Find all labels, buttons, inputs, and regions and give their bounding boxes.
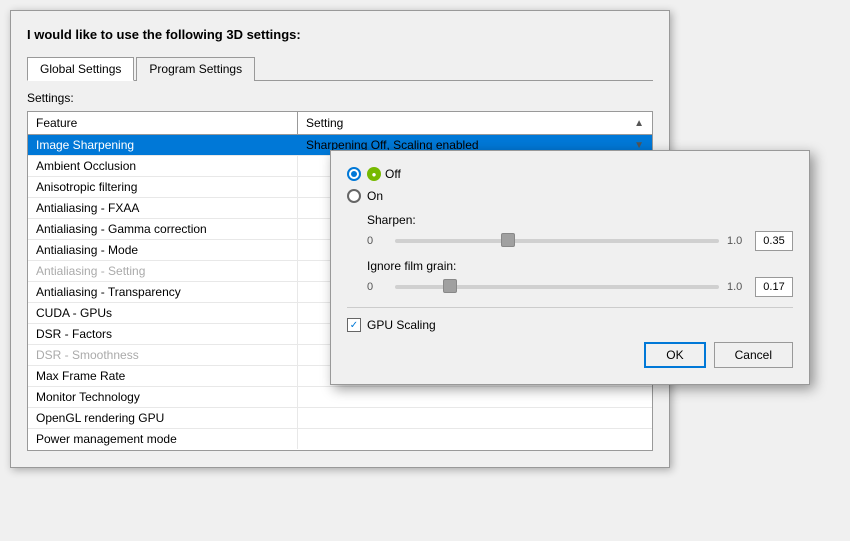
sort-arrow-icon: ▲ <box>634 118 644 129</box>
dropdown-arrow-icon: ▼ <box>634 140 644 151</box>
row-feature: DSR - Smoothness <box>28 345 298 365</box>
ignore-grain-min: 0 <box>367 281 387 293</box>
row-setting <box>298 408 652 428</box>
row-feature: OpenGL rendering GPU <box>28 408 298 428</box>
sharpen-slider-row: 0 1.0 0.35 <box>367 231 793 251</box>
radio-on-item[interactable]: On <box>347 189 793 203</box>
tab-global-settings[interactable]: Global Settings <box>27 57 134 81</box>
gpu-scaling-row[interactable]: ✓ GPU Scaling <box>347 318 793 332</box>
row-feature: Image Sharpening <box>28 135 298 155</box>
table-row[interactable]: Monitor Technology <box>28 387 652 408</box>
row-feature: Ambient Occlusion <box>28 156 298 176</box>
row-setting <box>298 387 652 407</box>
settings-label: Settings: <box>27 91 653 105</box>
sharpen-min: 0 <box>367 235 387 247</box>
column-feature: Feature <box>28 112 298 134</box>
radio-on-label: On <box>367 189 383 203</box>
row-feature: Antialiasing - Mode <box>28 240 298 260</box>
row-feature: DSR - Factors <box>28 324 298 344</box>
row-feature: Power management mode <box>28 429 298 449</box>
ignore-grain-value-box[interactable]: 0.17 <box>755 277 793 297</box>
main-dialog-title: I would like to use the following 3D set… <box>27 27 653 42</box>
gpu-scaling-checkbox[interactable]: ✓ <box>347 318 361 332</box>
row-feature: Antialiasing - Gamma correction <box>28 219 298 239</box>
nvidia-logo: ● <box>367 167 381 181</box>
gpu-scaling-label: GPU Scaling <box>367 318 436 332</box>
radio-dot <box>351 171 357 177</box>
sharpen-slider-thumb[interactable] <box>501 233 515 247</box>
ignore-grain-label: Ignore film grain: <box>367 259 793 273</box>
ignore-grain-max: 1.0 <box>727 281 747 293</box>
row-feature: Monitor Technology <box>28 387 298 407</box>
sharpen-slider-track[interactable] <box>395 239 719 243</box>
radio-on-circle <box>347 189 361 203</box>
row-feature: Anisotropic filtering <box>28 177 298 197</box>
row-feature: CUDA - GPUs <box>28 303 298 323</box>
ignore-grain-slider-thumb[interactable] <box>443 279 457 293</box>
sharpen-value-box[interactable]: 0.35 <box>755 231 793 251</box>
radio-off-item[interactable]: ● Off <box>347 167 793 181</box>
ok-button[interactable]: OK <box>644 342 705 368</box>
dialog-container: I would like to use the following 3D set… <box>0 0 850 541</box>
ignore-grain-slider-section: Ignore film grain: 0 1.0 0.17 <box>367 259 793 297</box>
sharpen-slider-section: Sharpen: 0 1.0 0.35 <box>367 213 793 251</box>
dialog-buttons: OK Cancel <box>347 342 793 368</box>
radio-off-circle <box>347 167 361 181</box>
row-feature: Antialiasing - Transparency <box>28 282 298 302</box>
row-setting <box>298 429 652 449</box>
divider <box>347 307 793 308</box>
overlay-dialog: ● Off On Sharpen: 0 1.0 0.35 Ignore film… <box>330 150 810 385</box>
row-feature: Max Frame Rate <box>28 366 298 386</box>
radio-group: ● Off On <box>347 167 793 203</box>
cancel-button[interactable]: Cancel <box>714 342 793 368</box>
table-row[interactable]: Power management mode <box>28 429 652 449</box>
radio-off-label: Off <box>385 167 401 181</box>
ignore-grain-slider-track[interactable] <box>395 285 719 289</box>
column-setting: Setting ▲ <box>298 112 652 134</box>
ignore-grain-slider-row: 0 1.0 0.17 <box>367 277 793 297</box>
sharpen-max: 1.0 <box>727 235 747 247</box>
tabs: Global Settings Program Settings <box>27 56 653 81</box>
table-header: Feature Setting ▲ <box>28 112 652 135</box>
table-row[interactable]: OpenGL rendering GPU <box>28 408 652 429</box>
tab-program-settings[interactable]: Program Settings <box>136 57 255 81</box>
row-feature: Antialiasing - Setting <box>28 261 298 281</box>
sharpen-label: Sharpen: <box>367 213 793 227</box>
row-feature: Antialiasing - FXAA <box>28 198 298 218</box>
